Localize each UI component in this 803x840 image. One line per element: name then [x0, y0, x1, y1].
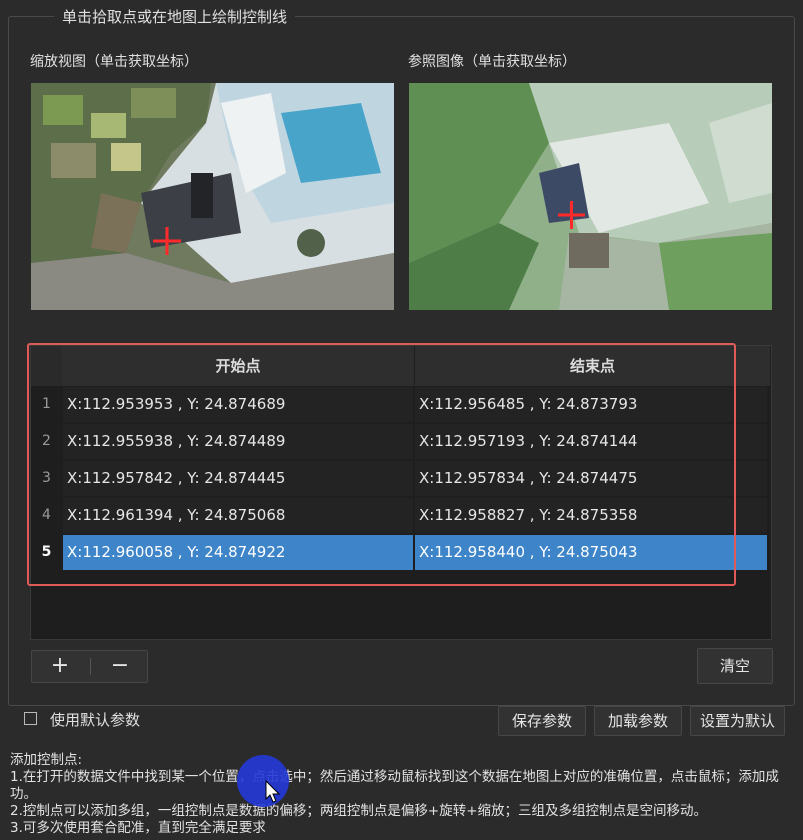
- table-cell-start-selected[interactable]: X:112.960058 , Y: 24.874922: [63, 535, 413, 570]
- help-text: 添加控制点: 1.在打开的数据文件中找到某一个位置，点击选中；然后通过移动鼠标找…: [10, 752, 795, 837]
- add-row-button[interactable]: +: [32, 651, 88, 682]
- table-cell-start[interactable]: X:112.955938 , Y: 24.874489: [63, 424, 413, 459]
- button-divider: [90, 658, 91, 675]
- column-header-end[interactable]: 结束点: [415, 346, 771, 386]
- groupbox-title: 单击拾取点或在地图上绘制控制线: [54, 6, 296, 27]
- table-cell-start[interactable]: X:112.957842 , Y: 24.874445: [63, 461, 413, 496]
- cursor-highlight: [237, 755, 289, 807]
- table-cell-end[interactable]: X:112.958827 , Y: 24.875358: [415, 498, 767, 533]
- help-line-1: 1.在打开的数据文件中找到某一个位置，点击选中；然后通过移动鼠标找到这个数据在地…: [10, 769, 779, 802]
- row-number[interactable]: 3: [31, 460, 62, 497]
- reference-view[interactable]: [409, 83, 772, 310]
- zoom-view-label: 缩放视图（单击获取坐标）: [30, 54, 198, 70]
- reference-view-image: [409, 83, 772, 310]
- use-default-checkbox[interactable]: [24, 712, 37, 725]
- zoom-view-image: [31, 83, 394, 310]
- row-number-selected[interactable]: 5: [31, 534, 62, 571]
- load-params-button[interactable]: 加载参数: [594, 706, 682, 736]
- table-cell-end[interactable]: X:112.957193 , Y: 24.874144: [415, 424, 767, 459]
- remove-row-button[interactable]: −: [92, 651, 148, 682]
- table-corner: [31, 346, 62, 386]
- control-point-table[interactable]: 开始点 结束点 1 X:112.953953 , Y: 24.874689 X:…: [30, 345, 772, 640]
- table-cell-start[interactable]: X:112.953953 , Y: 24.874689: [63, 387, 413, 422]
- save-params-button[interactable]: 保存参数: [498, 706, 586, 736]
- help-line-2: 2.控制点可以添加多组，一组控制点是数据的偏移；两组控制点是偏移+旋转+缩放；三…: [10, 803, 708, 819]
- help-line-3: 3.可多次使用套合配准，直到完全满足要求: [10, 820, 266, 836]
- mouse-pointer-icon: [265, 780, 281, 803]
- use-default-label[interactable]: 使用默认参数: [50, 709, 140, 730]
- row-number[interactable]: 2: [31, 423, 62, 460]
- clear-button[interactable]: 清空: [697, 648, 773, 684]
- add-remove-group: + −: [31, 650, 148, 683]
- set-default-button[interactable]: 设置为默认: [690, 706, 785, 736]
- table-cell-start[interactable]: X:112.961394 , Y: 24.875068: [63, 498, 413, 533]
- table-cell-end[interactable]: X:112.957834 , Y: 24.874475: [415, 461, 767, 496]
- table-cell-end-selected[interactable]: X:112.958440 , Y: 24.875043: [415, 535, 767, 570]
- row-number[interactable]: 4: [31, 497, 62, 534]
- help-title: 添加控制点:: [10, 752, 83, 768]
- table-cell-end[interactable]: X:112.956485 , Y: 24.873793: [415, 387, 767, 422]
- row-number[interactable]: 1: [31, 386, 62, 423]
- column-header-start[interactable]: 开始点: [62, 346, 415, 386]
- reference-image-label: 参照图像（单击获取坐标）: [408, 54, 576, 70]
- zoom-view[interactable]: [31, 83, 394, 310]
